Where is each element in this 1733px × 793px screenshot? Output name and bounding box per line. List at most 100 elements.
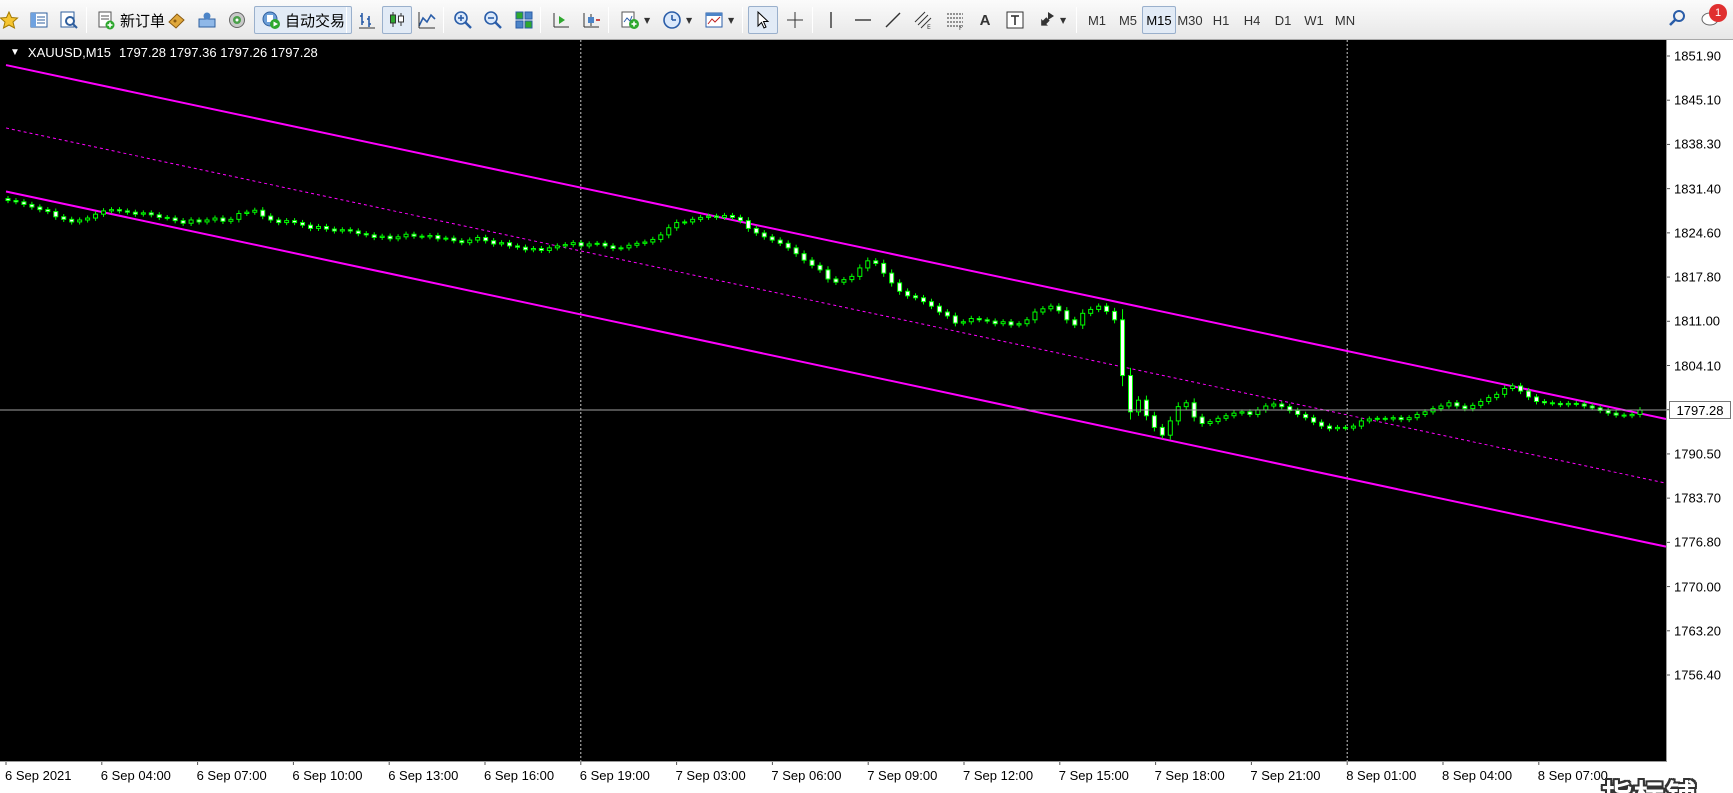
market-user-icon[interactable]	[192, 6, 222, 34]
time-tick-label: 7 Sep 15:00	[1058, 768, 1129, 783]
new-order-button[interactable]: 新订单	[90, 6, 171, 34]
candle-body	[841, 279, 847, 283]
candle-body	[1096, 305, 1102, 310]
timeframe-w1[interactable]: W1	[1297, 6, 1331, 34]
bar-chart-icon[interactable]	[352, 6, 382, 34]
trendline-icon[interactable]	[878, 6, 908, 34]
periods-menu-button[interactable]: ▼	[656, 6, 698, 34]
indicators-menu-button[interactable]: ▼	[614, 6, 656, 34]
collapse-triangle-icon[interactable]: ▼	[10, 47, 20, 58]
equidistant-channel-icon[interactable]: E	[908, 6, 938, 34]
time-tick-label: 7 Sep 12:00	[963, 768, 1034, 783]
chart-canvas[interactable]	[0, 40, 1733, 793]
trade-signals-icon[interactable]	[162, 6, 192, 34]
candle-body	[642, 241, 648, 244]
candle-body	[777, 239, 783, 244]
data-window-icon[interactable]	[54, 6, 84, 34]
candle-body	[1526, 390, 1532, 398]
timeframe-m5[interactable]: M5	[1111, 6, 1145, 34]
candle-body	[1207, 421, 1213, 425]
candle-body	[491, 240, 497, 245]
zoom-in-icon[interactable]	[448, 6, 478, 34]
candle-body	[260, 209, 266, 217]
timeframe-h4[interactable]: H4	[1235, 6, 1269, 34]
ohlc-values: 1797.28 1797.36 1797.26 1797.28	[118, 45, 318, 60]
text-label-icon[interactable]	[1000, 6, 1030, 34]
chat-notifications-icon[interactable]: 1	[1701, 4, 1727, 31]
candle-body	[1629, 413, 1635, 417]
candle-body	[873, 260, 879, 264]
candle-body	[499, 242, 505, 245]
candle-body	[753, 227, 759, 234]
price-tick-label: 1824.60	[1674, 225, 1721, 241]
crosshair-icon[interactable]	[780, 6, 810, 34]
tile-windows-icon[interactable]	[509, 6, 539, 34]
candle-body	[1478, 400, 1484, 406]
candle-body	[1112, 310, 1118, 321]
candle-body	[467, 239, 473, 244]
candle-body	[546, 247, 552, 251]
timeframe-h1[interactable]: H1	[1204, 6, 1238, 34]
candle-body	[865, 260, 871, 269]
cursor-arrow-icon[interactable]	[748, 6, 778, 34]
chart-header: ▼ XAUUSD,M15 1797.28 1797.36 1797.26 179…	[10, 45, 318, 60]
dropdown-arrow-icon: ▼	[728, 15, 735, 25]
time-tick-label: 7 Sep 06:00	[771, 768, 842, 783]
candle-body	[729, 214, 735, 218]
auto-scroll-icon[interactable]	[546, 6, 576, 34]
price-tick-label: 1831.40	[1674, 181, 1721, 197]
candle-body	[610, 245, 616, 250]
arrows-menu-button[interactable]: ▼	[1030, 6, 1072, 34]
time-tick-label: 6 Sep 13:00	[388, 768, 459, 783]
candle-body	[809, 259, 815, 266]
zoom-out-icon[interactable]	[478, 6, 508, 34]
candle-body	[61, 216, 67, 220]
chart-shift-icon[interactable]	[576, 6, 606, 34]
svg-text:F: F	[959, 25, 963, 30]
price-tick-label: 1770.00	[1674, 579, 1721, 595]
search-icon[interactable]	[1667, 8, 1687, 31]
timeframe-mn[interactable]: MN	[1328, 6, 1362, 34]
line-chart-icon[interactable]	[412, 6, 442, 34]
candle-body	[21, 201, 27, 205]
candle-body	[602, 242, 608, 247]
timeframe-m15[interactable]: M15	[1142, 6, 1176, 34]
chart-window[interactable]: ▼ XAUUSD,M15 1797.28 1797.36 1797.26 179…	[0, 40, 1733, 793]
horizontal-line-icon[interactable]	[848, 6, 878, 34]
candle-body	[1215, 417, 1221, 423]
candle-body	[1486, 397, 1492, 402]
candle-body	[315, 225, 321, 229]
candlestick-chart-icon[interactable]	[382, 6, 412, 34]
timeframe-m30[interactable]: M30	[1173, 6, 1207, 34]
candle-body	[1040, 308, 1046, 313]
candle-body	[1032, 311, 1038, 321]
candle-body	[1350, 425, 1356, 429]
candle-body	[164, 216, 170, 219]
candle-body	[1199, 416, 1205, 425]
candle-body	[626, 244, 632, 249]
favorites-star-icon[interactable]	[0, 6, 24, 34]
dropdown-arrow-icon: ▼	[1060, 15, 1067, 25]
time-tick-label: 6 Sep 10:00	[292, 768, 363, 783]
candle-body	[515, 245, 521, 248]
vertical-line-icon[interactable]	[816, 6, 846, 34]
price-tick-label: 1804.10	[1674, 358, 1721, 373]
templates-menu-button[interactable]: ▼	[698, 6, 740, 34]
timeframe-d1[interactable]: D1	[1266, 6, 1300, 34]
fibonacci-icon[interactable]: F	[940, 6, 970, 34]
candle-body	[658, 234, 664, 240]
timeframe-m1[interactable]: M1	[1080, 6, 1114, 34]
market-watch-icon[interactable]	[24, 6, 54, 34]
text-tool-icon[interactable]: A	[970, 6, 1000, 34]
price-tick-label: 1817.80	[1674, 269, 1721, 285]
candle-body	[737, 216, 743, 222]
auto-trading-button[interactable]: 自动交易	[254, 6, 353, 34]
candle-body	[403, 233, 409, 238]
candle-body	[1167, 420, 1173, 436]
vps-signal-icon[interactable]	[222, 6, 252, 34]
time-tick-label: 7 Sep 21:00	[1250, 768, 1321, 783]
candle-body	[976, 318, 982, 321]
candle-body	[220, 217, 226, 222]
candle-body	[69, 218, 75, 223]
candle-body	[53, 211, 59, 218]
